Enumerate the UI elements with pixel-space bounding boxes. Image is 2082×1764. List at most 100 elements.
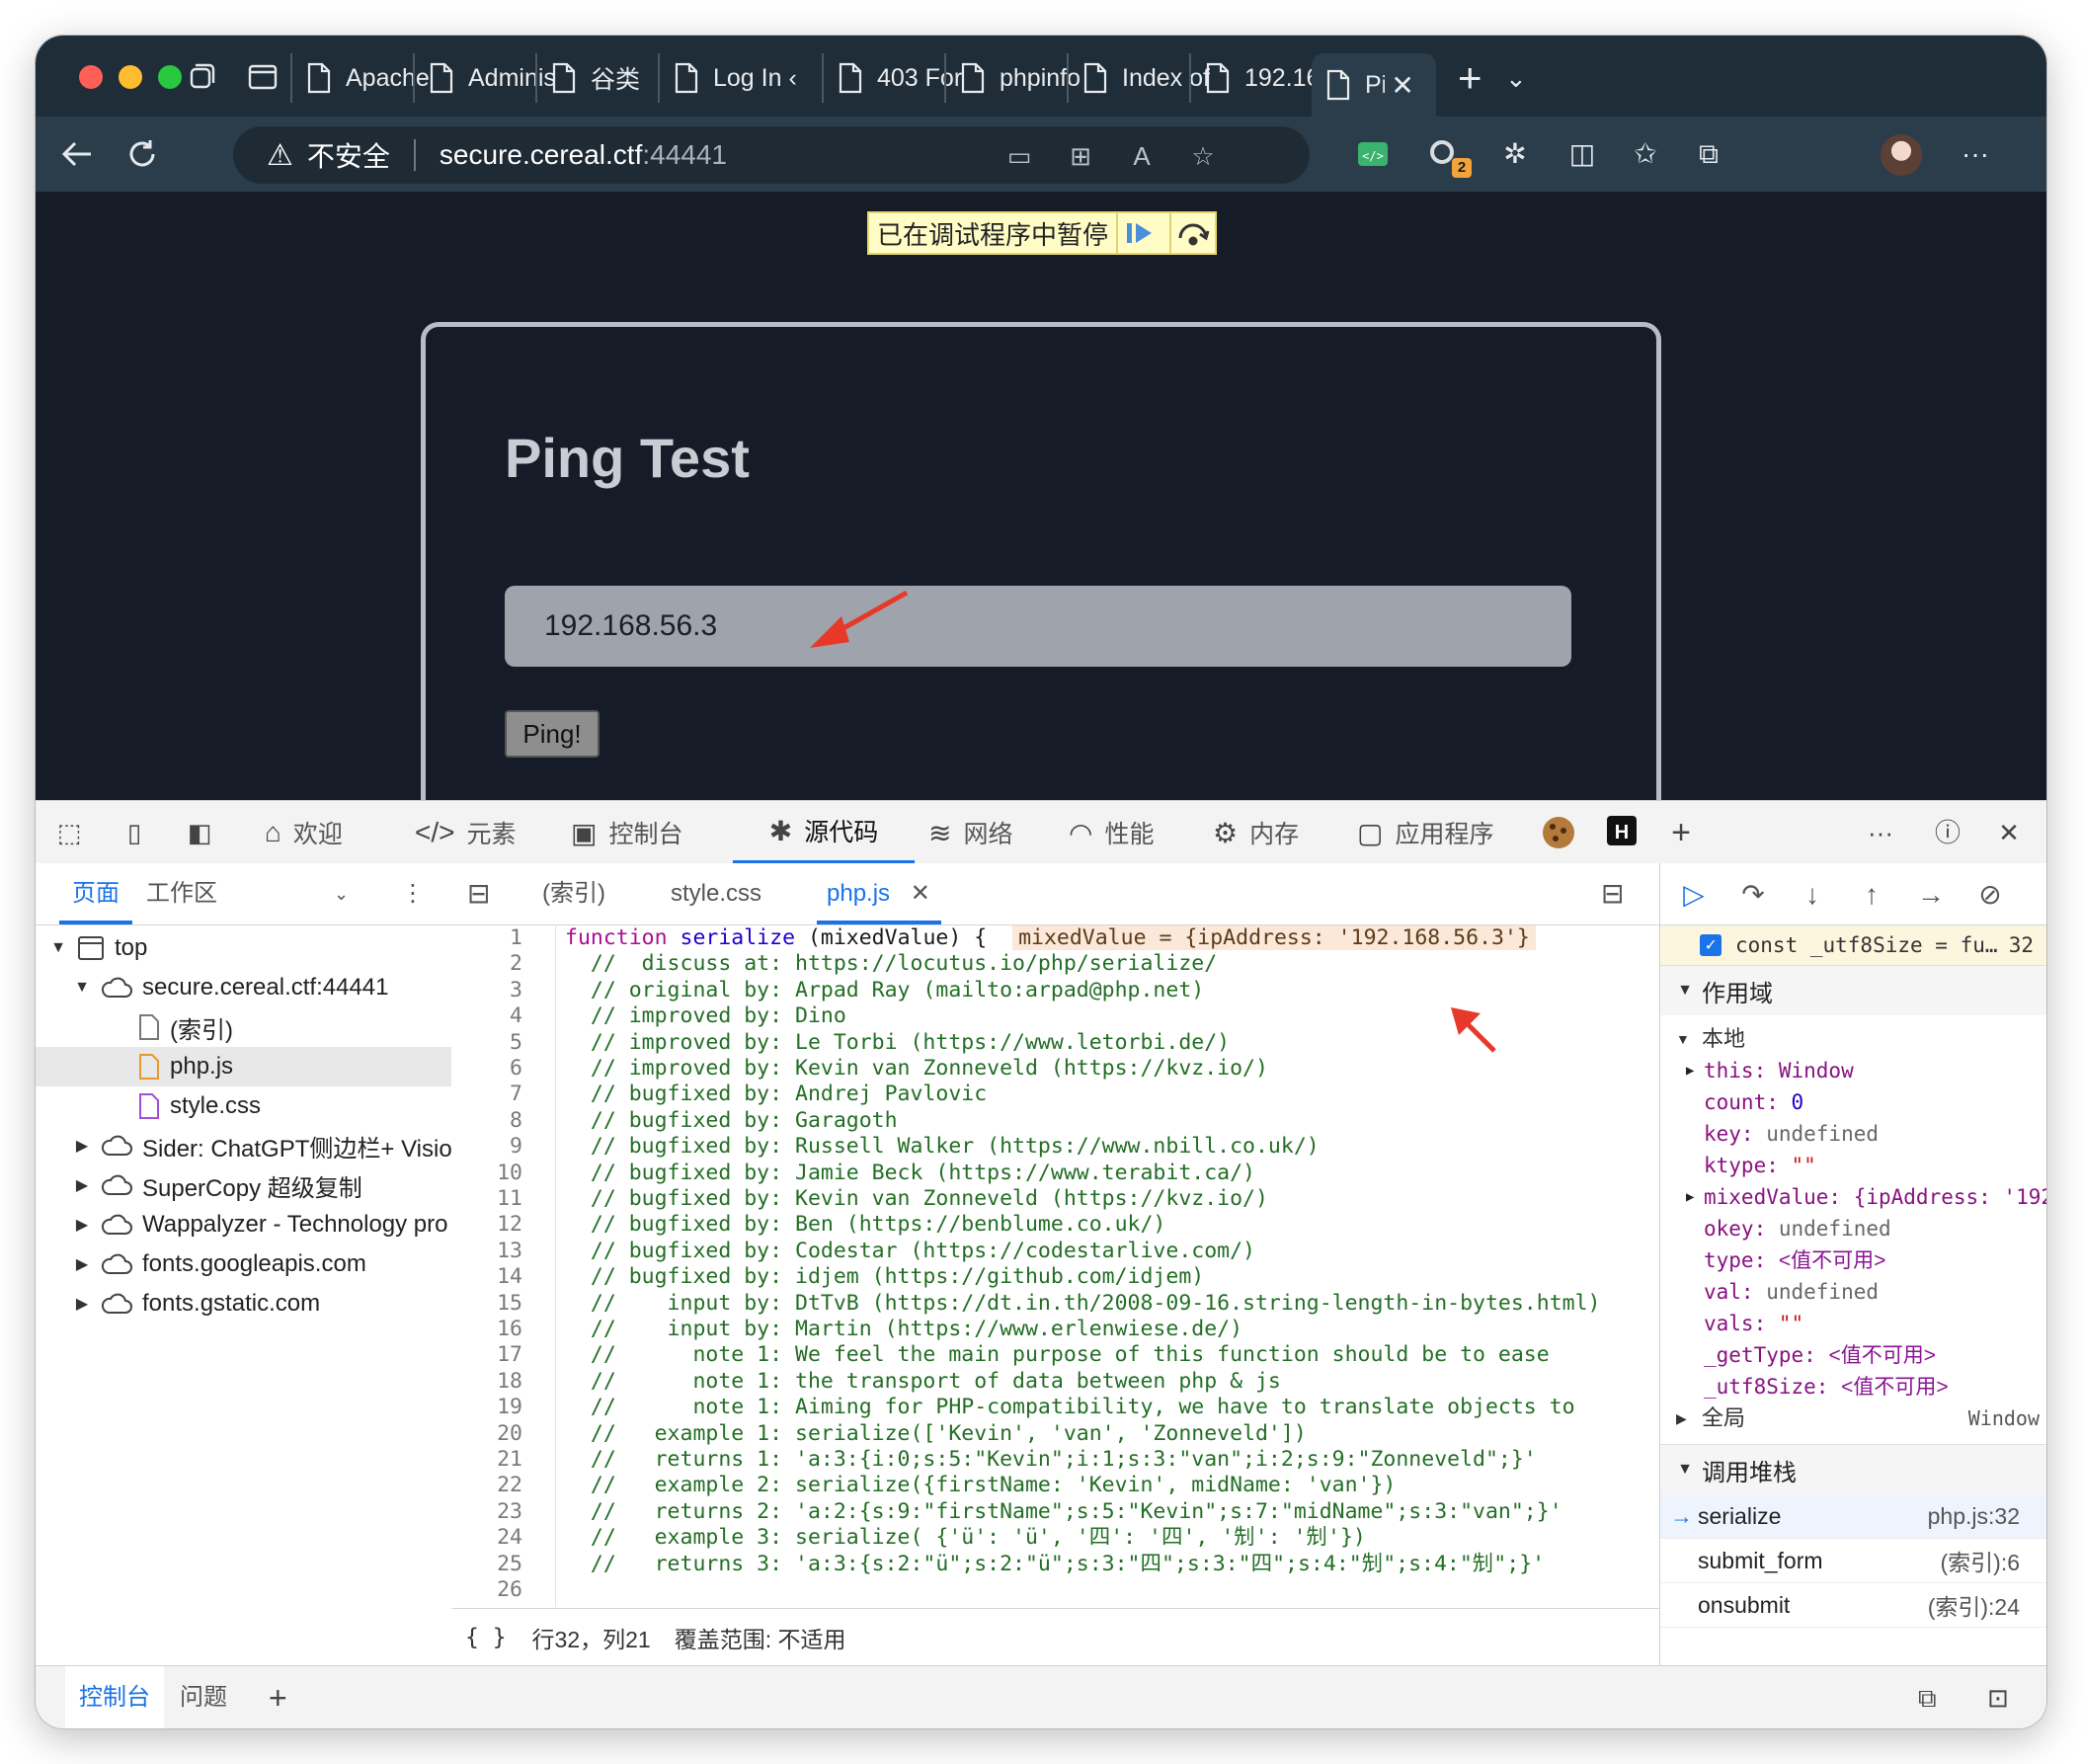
scope-variable-getType[interactable]: _getType: <值不可用> [1660,1339,2046,1371]
chevron-down-icon[interactable]: ⌄ [334,863,349,924]
editor-tab-style-css[interactable]: style.css [671,863,761,924]
code-line[interactable]: 14 // bugfixed by: idjem (https://github… [451,1264,1659,1290]
global-scope-row[interactable]: ▶ 全局 Window [1660,1403,2046,1434]
avatar[interactable] [1881,134,1922,176]
scope-variable-val[interactable]: val: undefined [1660,1276,2046,1308]
scope-variable-this[interactable]: ▶ this: Window [1660,1055,2046,1086]
collections-icon[interactable]: ⧉ [1691,136,1726,172]
scope-variable-vals[interactable]: vals: "" [1660,1308,2046,1339]
tree-item-wappalyzer[interactable]: ▶ Wappalyzer - Technology pro [36,1205,489,1244]
line-number[interactable]: 23 [451,1499,522,1525]
tab-elements[interactable]: </> 元素 [415,801,517,864]
favorite-star-icon[interactable]: ☆ [1187,140,1219,172]
line-number[interactable]: 12 [451,1212,522,1238]
code-line[interactable]: 11 // bugfixed by: Kevin van Zonneveld (… [451,1186,1659,1212]
step-into-icon[interactable]: ↓ [1795,877,1830,913]
step-out-icon[interactable]: ↑ [1854,877,1889,913]
code-line[interactable]: 19 // note 1: Aiming for PHP-compatibili… [451,1395,1659,1420]
code-line[interactable]: 9 // bugfixed by: Russell Walker (https:… [451,1134,1659,1160]
line-number[interactable]: 16 [451,1317,522,1342]
not-secure-label[interactable]: 不安全 [307,135,390,175]
line-number[interactable]: 22 [451,1473,522,1498]
line-number[interactable]: 11 [451,1186,522,1212]
app-grid-icon[interactable]: ⊞ [1065,140,1096,172]
code-line[interactable]: 1 function serialize (mixedValue) { mixed… [451,925,1659,951]
line-number[interactable]: 3 [451,978,522,1003]
tree-item-top[interactable]: ▼ top [36,928,465,968]
code-line[interactable]: 18 // note 1: the transport of data betw… [451,1369,1659,1395]
tree-item-origin[interactable]: ▼ secure.cereal.ctf:44441 [36,968,489,1007]
callstack-frame[interactable]: submit_form (索引):6 [1660,1539,2046,1583]
code-extension-icon[interactable]: </> [1355,136,1391,172]
line-number[interactable]: 24 [451,1525,522,1551]
scope-variable-ktype[interactable]: ktype: "" [1660,1150,2046,1181]
devtools-more-icon[interactable]: ··· [1863,815,1898,850]
tab-login[interactable]: Log In ‹ [658,53,813,103]
frame-location[interactable]: php.js:32 [1928,1503,2020,1530]
scope-variable-okey[interactable]: okey: undefined [1660,1213,2046,1244]
scope-variable-type[interactable]: type: <值不可用> [1660,1244,2046,1276]
code-line[interactable]: 6 // improved by: Kevin van Zonneveld (h… [451,1056,1659,1082]
close-devtools-icon[interactable]: ✕ [1991,815,2027,850]
step-icon[interactable]: → [1913,877,1949,913]
device-toolbar-icon[interactable]: ▯ [117,815,152,850]
code-line[interactable]: 23 // returns 2: 'a:2:{s:9:"firstName";s… [451,1499,1659,1525]
line-number[interactable]: 15 [451,1291,522,1317]
line-number[interactable]: 13 [451,1239,522,1264]
deactivate-breakpoints-icon[interactable]: ⊘ [1972,877,2008,913]
code-line[interactable]: 15 // input by: DtTvB (https://dt.in.th/… [451,1291,1659,1317]
expand-triangle-icon[interactable]: ▶ [73,1254,91,1274]
device-icon[interactable]: ▭ [1003,140,1035,172]
code-line[interactable]: 5 // improved by: Le Torbi (https://www.… [451,1030,1659,1056]
ip-address-input[interactable]: 192.168.56.3 [505,586,1571,667]
extensions-puzzle-icon[interactable]: ✲ [1497,136,1533,172]
more-menu-icon[interactable]: ··· [1958,136,1993,172]
navigator-more-icon[interactable]: ⋮ [401,863,425,924]
code-line[interactable]: 8 // bugfixed by: Garagoth [451,1108,1659,1134]
line-number[interactable]: 20 [451,1421,522,1447]
tree-item-supercopy[interactable]: ▶ SuperCopy 超级复制 [36,1165,489,1205]
code-line[interactable]: 12 // bugfixed by: Ben (https://benblume… [451,1212,1659,1238]
maximize-window-button[interactable] [158,65,182,89]
code-line[interactable]: 22 // example 2: serialize({firstName: '… [451,1473,1659,1498]
tab-application[interactable]: ▢ 应用程序 [1357,801,1493,864]
line-number[interactable]: 6 [451,1056,522,1082]
expand-triangle-icon[interactable]: ▼ [73,979,91,997]
toggle-navigator-icon[interactable]: ⊟ [467,863,490,924]
line-number[interactable]: 9 [451,1134,522,1160]
line-number[interactable]: 18 [451,1369,522,1395]
line-number[interactable]: 2 [451,951,522,977]
tab-page[interactable]: 页面 [59,863,132,924]
inspect-element-icon[interactable]: ⬚ [51,815,87,850]
line-number[interactable]: 17 [451,1342,522,1368]
scope-variable-key[interactable]: key: undefined [1660,1118,2046,1150]
pretty-print-button[interactable]: { } [465,1625,507,1650]
watch-expression[interactable]: ✓ const _utf8Size = fu… 32 [1660,925,2046,965]
scope-variable-mixedValue[interactable]: ▶ mixedValue: {ipAddress: '192. [1660,1181,2046,1213]
checkbox[interactable]: ✓ [1700,934,1722,956]
code-line[interactable]: 3 // original by: Arpad Ray (mailto:arpa… [451,978,1659,1003]
editor-tab-index[interactable]: (索引) [542,863,605,924]
favorites-icon[interactable]: ✩ [1628,136,1663,172]
frame-location[interactable]: (索引):6 [1941,1544,2021,1577]
code-line[interactable]: 16 // input by: Martin (https://www.erle… [451,1317,1659,1342]
line-number[interactable]: 5 [451,1030,522,1056]
line-number[interactable]: 7 [451,1082,522,1107]
code-line[interactable]: 20 // example 1: serialize(['Kevin', 'va… [451,1421,1659,1447]
callstack-frame[interactable]: onsubmit (索引):24 [1660,1583,2046,1628]
code-line[interactable]: 21 // returns 1: 'a:3:{i:0;s:5:"Kevin";i… [451,1447,1659,1473]
line-number[interactable]: 14 [451,1264,522,1290]
dock-drawer-icon[interactable]: ⊡ [1987,1666,2009,1728]
cookie-extension-icon[interactable] [1541,815,1576,850]
dock-side-icon[interactable]: ◧ [182,815,217,850]
tab-sources[interactable]: ✱ 源代码 [733,801,915,864]
tab-console[interactable]: ▣ 控制台 [571,801,682,864]
add-drawer-tab-icon[interactable]: + [269,1666,287,1728]
scope-variable-count[interactable]: count: 0 [1660,1086,2046,1118]
help-icon[interactable]: ⓘ [1930,815,1965,850]
line-number[interactable]: 25 [451,1552,522,1577]
code-line[interactable]: 24 // example 3: serialize( {'ü': 'ü', '… [451,1525,1659,1551]
step-over-button[interactable] [1169,213,1215,253]
step-over-icon[interactable]: ↷ [1735,877,1771,913]
expand-triangle-icon[interactable]: ▶ [73,1175,91,1195]
